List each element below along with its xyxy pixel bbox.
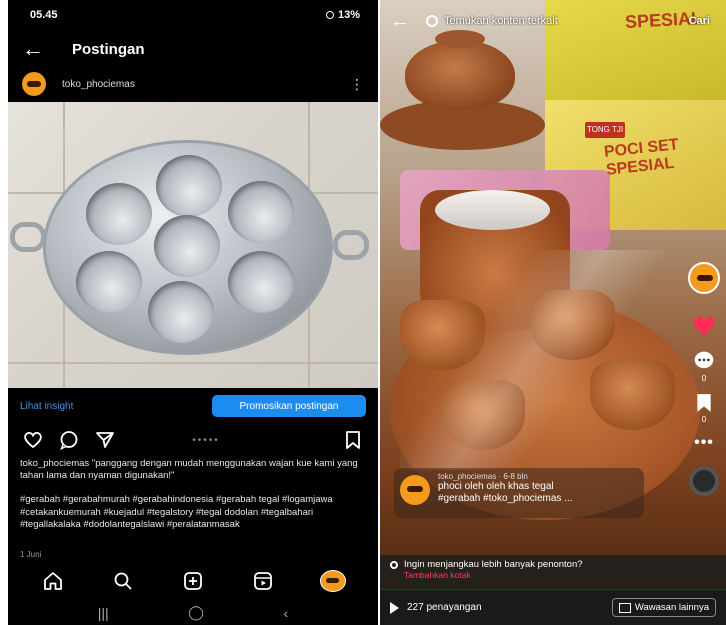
search-button[interactable]: Cari xyxy=(689,15,710,27)
avatar[interactable] xyxy=(400,475,430,505)
share-icon[interactable] xyxy=(94,430,116,450)
bookmark-icon[interactable] xyxy=(342,430,364,450)
brand-label: TONG TJI xyxy=(585,122,625,138)
search-placeholder: Temukan konten terkait xyxy=(444,15,558,27)
comment-icon xyxy=(694,351,714,369)
save-count: 0 xyxy=(701,415,707,424)
bookmark-icon xyxy=(697,394,711,412)
reels-icon[interactable] xyxy=(249,569,277,593)
signal-icon xyxy=(325,11,334,19)
back-arrow-icon[interactable]: ← xyxy=(22,36,62,62)
more-horizontal-icon[interactable]: ••• xyxy=(694,434,714,452)
carousel-dots: ••••• xyxy=(192,434,220,446)
comment-count: 0 xyxy=(701,374,707,383)
video-bottom-bar: 227 penayangan Wawasan lainnya xyxy=(380,590,726,625)
promo-question-text: Ingin menjangkau lebih banyak penonton? xyxy=(404,559,583,570)
status-bar: 05.45 13% xyxy=(8,0,378,30)
like-action[interactable] xyxy=(691,314,717,340)
avatar[interactable] xyxy=(688,262,720,294)
avatar[interactable] xyxy=(22,72,46,96)
pan-cup xyxy=(228,251,294,313)
video-top-bar: ← Temukan konten terkait Cari xyxy=(380,6,726,36)
status-icons: 13% xyxy=(325,9,360,21)
view-insights-link[interactable]: Lihat insight xyxy=(20,401,73,412)
instagram-post-screen: 05.45 13% ← Postingan toko_phociemas ⋮ L… xyxy=(8,0,378,625)
promo-banner[interactable]: Ingin menjangkau lebih banyak penonton? … xyxy=(380,555,726,589)
pan-handle-left xyxy=(10,222,46,252)
comment-action[interactable]: 0 xyxy=(692,350,716,383)
baking-pan xyxy=(43,140,333,355)
view-count[interactable]: 227 penayangan xyxy=(390,601,482,614)
location-pin-icon xyxy=(390,560,398,569)
home-button-icon[interactable]: ◯ xyxy=(188,604,204,621)
search-input[interactable]: Temukan konten terkait xyxy=(426,15,689,27)
post-actions: ••••• xyxy=(8,428,378,452)
video-caption-line: phoci oleh oleh khas tegal xyxy=(438,481,554,492)
music-disc-icon[interactable] xyxy=(689,466,719,496)
clay-teapot xyxy=(405,40,515,110)
play-icon xyxy=(390,601,399,614)
post-image[interactable] xyxy=(8,102,378,388)
status-time: 05.45 xyxy=(30,9,58,21)
video-side-rail: 0 0 ••• xyxy=(682,262,726,496)
post-header: toko_phociemas ⋮ xyxy=(8,70,378,98)
pan-cup xyxy=(76,251,142,313)
clay-jar-lid xyxy=(435,190,550,230)
plastic-shine xyxy=(400,250,700,470)
post-caption: toko_phociemas "panggang dengan mudah me… xyxy=(20,458,358,481)
page-title: Postingan xyxy=(72,40,145,58)
app-bar: ← Postingan xyxy=(8,32,378,66)
avatar xyxy=(320,570,346,592)
chart-icon xyxy=(618,602,631,613)
post-hashtags[interactable]: #gerabah #gerabahmurah #gerabahindonesia… xyxy=(20,494,366,532)
profile-tab[interactable] xyxy=(319,569,347,593)
video-info-card[interactable]: toko_phociemas · 6-8 bln phoci oleh oleh… xyxy=(394,468,644,518)
home-icon[interactable] xyxy=(39,569,67,593)
system-back-icon[interactable]: ‹ xyxy=(284,605,289,621)
system-nav-bar: ||| ◯ ‹ xyxy=(8,600,378,625)
box-label: POCI SET SPESIAL xyxy=(603,136,681,180)
bottom-nav xyxy=(8,566,378,596)
pan-cup xyxy=(156,155,222,217)
heart-icon xyxy=(693,316,715,336)
comment-icon[interactable] xyxy=(58,430,80,450)
video-caption-line: #gerabah #toko_phociemas ... xyxy=(438,493,573,504)
username[interactable]: toko_phociemas xyxy=(62,79,350,90)
view-count-text: 227 penayangan xyxy=(407,602,482,613)
video-meta: toko_phociemas · 6-8 bln xyxy=(438,472,528,481)
heart-icon[interactable] xyxy=(22,430,44,450)
insight-row: Lihat insight Promosikan postingan xyxy=(8,392,378,420)
pan-cup xyxy=(86,183,152,245)
promo-link[interactable]: Tambahkan kotak xyxy=(404,570,716,580)
promo-question: Ingin menjangkau lebih banyak penonton? xyxy=(390,559,716,570)
pan-handle-right xyxy=(333,230,369,260)
video-info-text: toko_phociemas · 6-8 bln phoci oleh oleh… xyxy=(438,472,573,514)
back-arrow-icon[interactable]: ← xyxy=(390,10,426,33)
battery-level: 13% xyxy=(337,9,360,21)
promote-post-button[interactable]: Promosikan postingan xyxy=(212,395,366,417)
pan-cup xyxy=(154,215,220,277)
pan-cup xyxy=(228,181,294,243)
search-icon xyxy=(426,15,438,27)
more-insights-label: Wawasan lainnya xyxy=(634,602,709,613)
video-view-screen: SPESIAL TONG TJI POCI SET SPESIAL ← Temu… xyxy=(380,0,726,625)
more-vertical-icon[interactable]: ⋮ xyxy=(350,76,364,93)
add-icon[interactable] xyxy=(179,569,207,593)
post-date: 1 Juni xyxy=(20,550,42,559)
more-insights-button[interactable]: Wawasan lainnya xyxy=(611,598,716,617)
recents-icon[interactable]: ||| xyxy=(98,605,109,621)
save-action[interactable]: 0 xyxy=(695,393,713,424)
search-icon[interactable] xyxy=(109,569,137,593)
pan-cup xyxy=(148,281,214,343)
